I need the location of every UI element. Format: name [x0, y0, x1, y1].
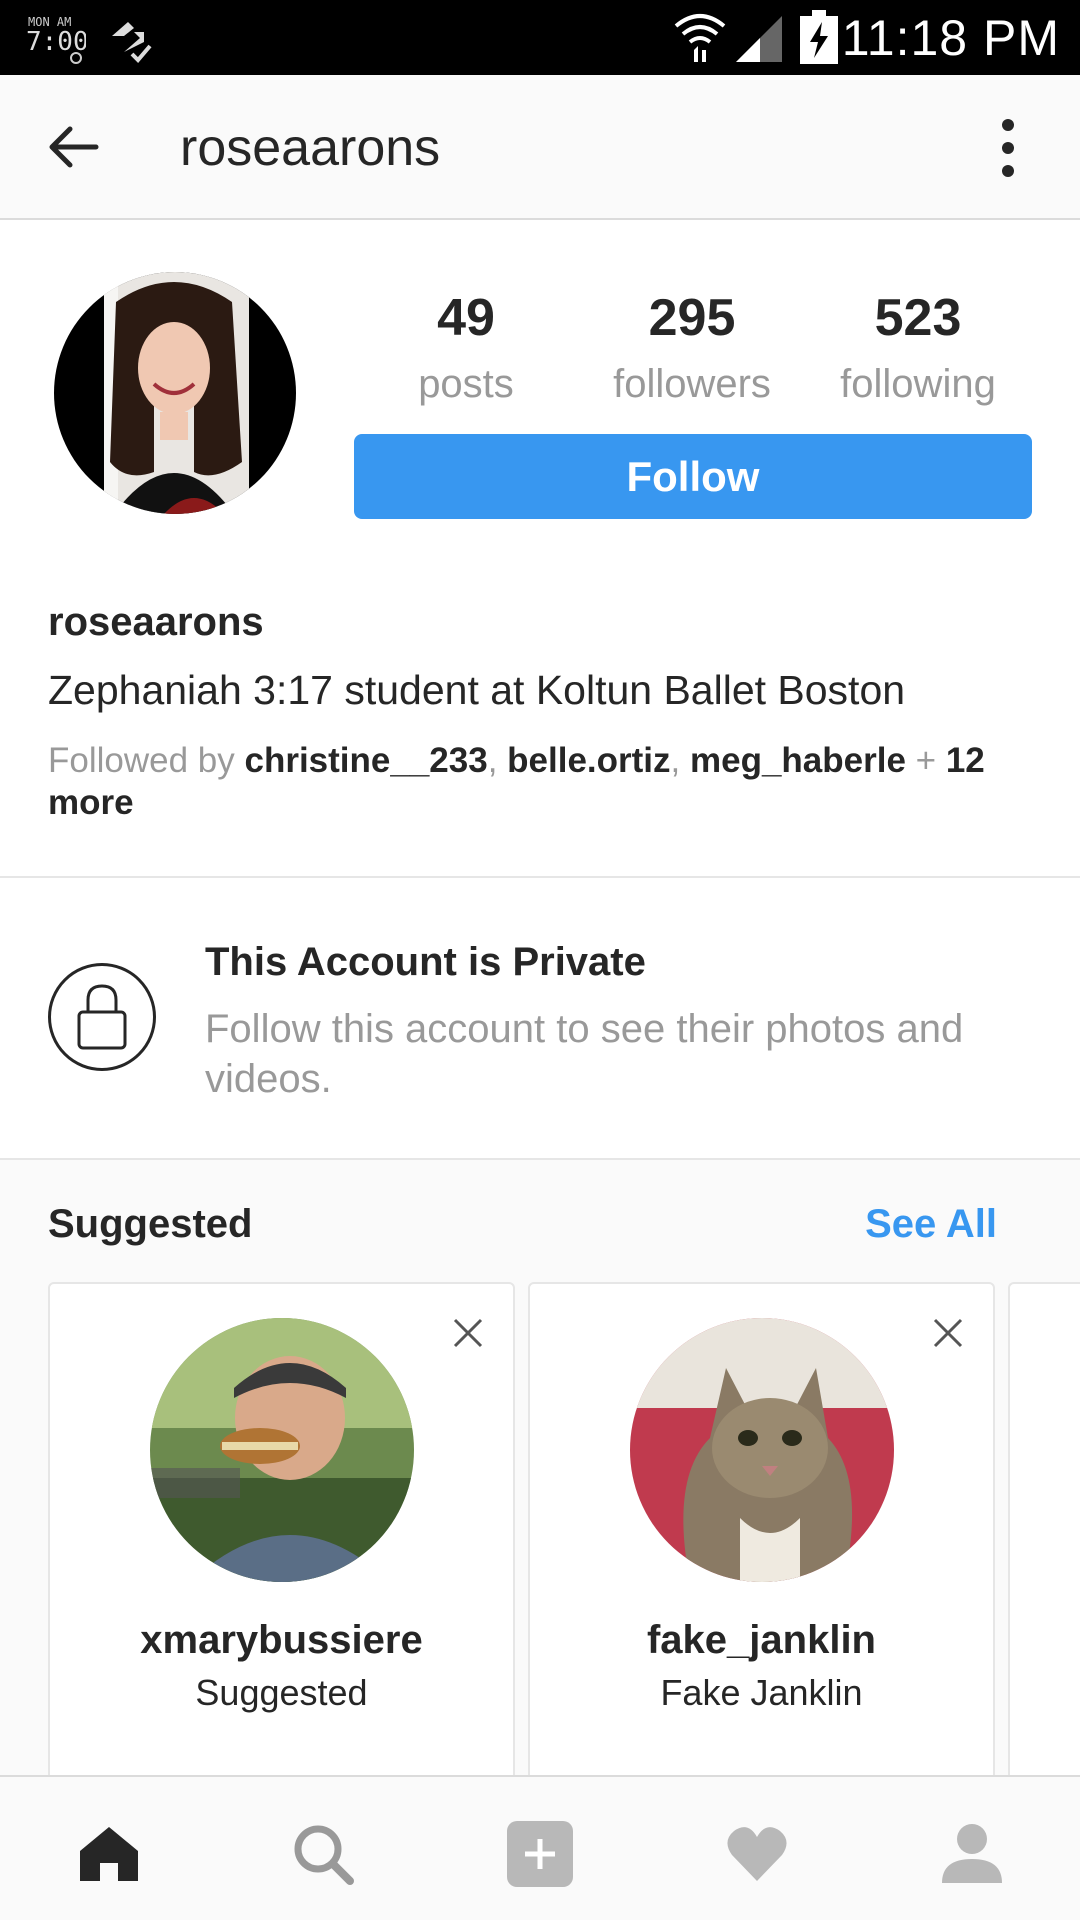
lock-icon — [48, 963, 156, 1071]
signal-icon — [736, 16, 782, 62]
bio-username: roseaarons — [48, 600, 264, 644]
suggested-title: Suggested — [48, 1202, 253, 1246]
page-title: roseaarons — [180, 119, 441, 177]
close-icon[interactable] — [451, 1316, 485, 1350]
avatar-image — [150, 1318, 414, 1582]
followed-by-user[interactable]: meg_haberle — [690, 741, 906, 780]
followed-by-user[interactable]: christine__233 — [244, 741, 487, 780]
posts-label: posts — [418, 362, 514, 406]
clock-alarm-icon: MON AM 7:00 — [26, 15, 86, 64]
suggested-username[interactable]: xmarybussiere — [50, 1612, 513, 1668]
followed-by-plus: + — [905, 741, 946, 780]
followed-by-user[interactable]: belle.ortiz — [507, 741, 670, 780]
bottom-nav — [0, 1775, 1080, 1920]
back-arrow-icon[interactable] — [44, 117, 104, 177]
avatar-image — [54, 272, 296, 514]
profile-avatar[interactable] — [54, 272, 296, 514]
follow-button[interactable]: Follow — [354, 434, 1032, 519]
suggested-section: Suggested See All xmarybussiere Suggeste… — [0, 1160, 1080, 1802]
close-icon[interactable] — [931, 1316, 965, 1350]
profile-icon[interactable] — [937, 1819, 1007, 1889]
suggested-subtitle: Fake Janklin — [660, 1672, 863, 1713]
status-bar: MON AM 7:00 11:18 PM — [0, 0, 1080, 75]
posts-value: 49 — [437, 289, 495, 347]
lock-glyph — [77, 984, 127, 1050]
app-header: roseaarons — [0, 75, 1080, 220]
search-icon[interactable] — [288, 1819, 358, 1889]
status-time: 11:18 PM — [841, 10, 1060, 66]
home-icon[interactable] — [74, 1819, 144, 1889]
see-all-link[interactable]: See All — [865, 1196, 997, 1252]
divider — [0, 876, 1080, 878]
following-count[interactable]: 523 following — [818, 282, 1018, 414]
suggested-subtitle: Suggested — [195, 1672, 368, 1713]
sync-icon — [112, 22, 152, 63]
following-value: 523 — [874, 289, 962, 347]
suggested-avatar[interactable] — [630, 1318, 894, 1582]
followers-count[interactable]: 295 followers — [592, 282, 792, 414]
followers-value: 295 — [648, 289, 736, 347]
followed-by-prefix: Followed by — [48, 741, 245, 780]
add-post-icon[interactable] — [505, 1819, 575, 1889]
activity-heart-icon[interactable] — [722, 1819, 792, 1889]
suggested-card[interactable]: fake_janklin Fake Janklin — [528, 1282, 995, 1802]
followed-by[interactable]: Followed by christine__233, belle.ortiz,… — [48, 740, 1008, 824]
private-title: This Account is Private — [205, 940, 646, 984]
followers-label: followers — [613, 362, 771, 406]
posts-count[interactable]: 49 posts — [366, 282, 566, 414]
suggested-card-partial[interactable] — [1008, 1282, 1080, 1802]
more-vertical-icon[interactable] — [990, 115, 1026, 181]
suggested-username[interactable]: fake_janklin — [530, 1612, 993, 1668]
private-text: Follow this account to see their photos … — [205, 1007, 964, 1101]
battery-charging-icon — [800, 10, 838, 64]
bio-text: Zephaniah 3:17 student at Koltun Ballet … — [48, 667, 906, 713]
wifi-icon — [674, 14, 726, 62]
suggested-avatar[interactable] — [150, 1318, 414, 1582]
suggested-card[interactable]: xmarybussiere Suggested — [48, 1282, 515, 1802]
avatar-image — [630, 1318, 894, 1582]
following-label: following — [840, 362, 996, 406]
